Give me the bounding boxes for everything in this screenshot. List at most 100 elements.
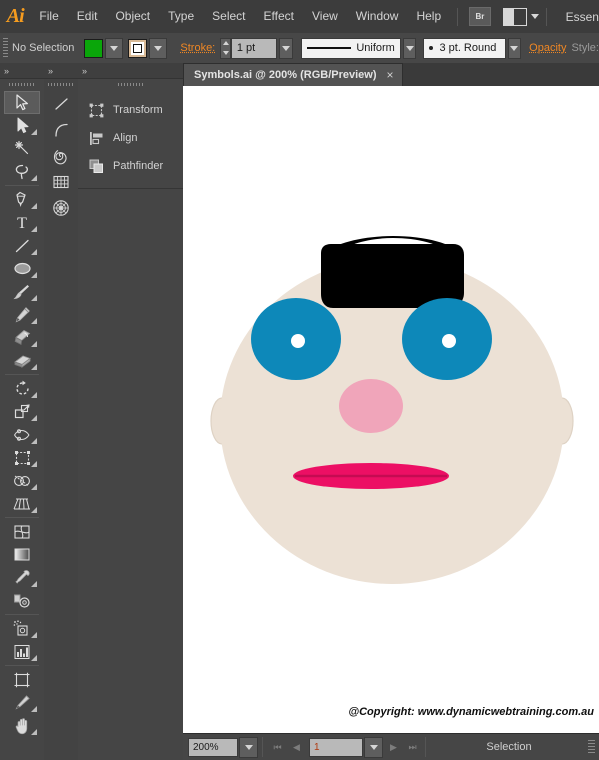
- magic-wand-tool[interactable]: [4, 137, 40, 160]
- tool-flyout-indicator[interactable]: [31, 129, 37, 135]
- stroke-label[interactable]: Stroke:: [180, 42, 215, 54]
- column-graph-tool[interactable]: [4, 640, 40, 663]
- status-bar-grip[interactable]: [588, 740, 595, 754]
- rotate-tool[interactable]: [4, 377, 40, 400]
- dock-panel-header[interactable]: »: [78, 63, 183, 79]
- paintbrush-tool[interactable]: [4, 280, 40, 303]
- artboard-canvas[interactable]: @Copyright: www.dynamicwebtraining.com.a…: [183, 86, 599, 734]
- tool-flyout-indicator[interactable]: [31, 341, 37, 347]
- tool-flyout-indicator[interactable]: [31, 272, 37, 278]
- width-tool[interactable]: [4, 423, 40, 446]
- tool-flyout-indicator[interactable]: [31, 318, 37, 324]
- type-tool[interactable]: T: [4, 211, 40, 234]
- tool-flyout-indicator[interactable]: [31, 581, 37, 587]
- stroke-weight-field[interactable]: 1 pt: [230, 37, 278, 59]
- artboard-number-field[interactable]: 1: [309, 737, 363, 757]
- brush-definition-dropdown[interactable]: [507, 37, 522, 59]
- pen-tool[interactable]: [4, 188, 40, 211]
- tools-panel-grip[interactable]: [0, 79, 44, 90]
- hand-tool[interactable]: [4, 714, 40, 737]
- expand-panel-icon[interactable]: »: [82, 66, 87, 76]
- fill-color-control[interactable]: [84, 37, 124, 59]
- last-artboard-button[interactable]: ⏭: [404, 738, 421, 757]
- stroke-color-control[interactable]: [128, 37, 168, 59]
- pencil-tool[interactable]: [4, 303, 40, 326]
- arrange-documents-button[interactable]: [502, 7, 539, 26]
- tool-flyout-indicator[interactable]: [31, 226, 37, 232]
- line-tool[interactable]: [46, 91, 76, 117]
- tool-flyout-indicator[interactable]: [31, 484, 37, 490]
- panel-item-transform[interactable]: Transform: [78, 96, 183, 124]
- close-icon[interactable]: ×: [387, 69, 394, 81]
- shape-builder-tool[interactable]: [4, 469, 40, 492]
- scale-tool[interactable]: [4, 400, 40, 423]
- menu-file[interactable]: File: [30, 0, 67, 33]
- tool-flyout-indicator[interactable]: [31, 295, 37, 301]
- panel-item-pathfinder[interactable]: Pathfinder: [78, 152, 183, 180]
- polar-grid-tool[interactable]: [46, 195, 76, 221]
- blend-tool[interactable]: [4, 589, 40, 612]
- next-artboard-button[interactable]: ▶: [385, 738, 402, 757]
- menu-type[interactable]: Type: [159, 0, 203, 33]
- menu-object[interactable]: Object: [106, 0, 159, 33]
- direct-selection-tool[interactable]: [4, 114, 40, 137]
- symbol-sprayer-tool[interactable]: [4, 617, 40, 640]
- gradient-tool[interactable]: [4, 543, 40, 566]
- dock-panel-grip[interactable]: [78, 79, 183, 90]
- fill-dropdown-button[interactable]: [105, 37, 124, 59]
- artboard-tool[interactable]: [4, 668, 40, 691]
- fill-swatch[interactable]: [84, 38, 104, 58]
- rectangular-grid-tool[interactable]: [46, 169, 76, 195]
- document-tab[interactable]: Symbols.ai @ 200% (RGB/Preview) ×: [183, 63, 403, 86]
- lasso-tool[interactable]: [4, 160, 40, 183]
- tool-flyout-indicator[interactable]: [31, 706, 37, 712]
- stroke-profile-dropdown[interactable]: [402, 37, 417, 59]
- tool-flyout-indicator[interactable]: [31, 632, 37, 638]
- tool-flyout-indicator[interactable]: [31, 507, 37, 513]
- tool-flyout-indicator[interactable]: [31, 729, 37, 735]
- secondary-panel-header[interactable]: »: [44, 63, 78, 79]
- tool-flyout-indicator[interactable]: [31, 461, 37, 467]
- prev-artboard-button[interactable]: ◀: [288, 738, 305, 757]
- expand-panel-icon[interactable]: »: [48, 66, 53, 76]
- menu-select[interactable]: Select: [203, 0, 254, 33]
- menu-view[interactable]: View: [303, 0, 347, 33]
- slice-tool[interactable]: [4, 691, 40, 714]
- bridge-icon[interactable]: Br: [469, 7, 491, 26]
- brush-definition-select[interactable]: 3 pt. Round: [423, 37, 506, 59]
- tools-panel-header[interactable]: »: [0, 63, 44, 79]
- stroke-weight-dropdown[interactable]: [279, 37, 293, 59]
- tool-flyout-indicator[interactable]: [31, 175, 37, 181]
- expand-panel-icon[interactable]: »: [4, 66, 9, 76]
- zoom-level-field[interactable]: 200%: [188, 737, 238, 757]
- workspace-switcher[interactable]: Essen: [566, 10, 599, 24]
- eraser-tool[interactable]: [4, 349, 40, 372]
- arc-tool[interactable]: [46, 117, 76, 143]
- blob-brush-tool[interactable]: [4, 326, 40, 349]
- menu-effect[interactable]: Effect: [255, 0, 303, 33]
- control-bar-grip[interactable]: [3, 38, 9, 58]
- free-transform-tool[interactable]: [4, 446, 40, 469]
- status-text[interactable]: Selection: [430, 741, 588, 753]
- stroke-profile-select[interactable]: Uniform: [301, 37, 401, 59]
- tool-flyout-indicator[interactable]: [31, 249, 37, 255]
- secondary-panel-grip[interactable]: [44, 79, 78, 90]
- tool-flyout-indicator[interactable]: [31, 392, 37, 398]
- mesh-tool[interactable]: [4, 520, 40, 543]
- zoom-dropdown-button[interactable]: [239, 736, 258, 758]
- artboard-dropdown-button[interactable]: [364, 736, 383, 758]
- stroke-weight-stepper[interactable]: [220, 37, 231, 59]
- tool-flyout-indicator[interactable]: [31, 364, 37, 370]
- tool-flyout-indicator[interactable]: [31, 655, 37, 661]
- first-artboard-button[interactable]: ⏮: [269, 738, 286, 757]
- menu-edit[interactable]: Edit: [68, 0, 107, 33]
- stroke-swatch[interactable]: [128, 38, 148, 58]
- menu-window[interactable]: Window: [347, 0, 408, 33]
- spiral-tool[interactable]: [46, 143, 76, 169]
- perspective-grid-tool[interactable]: [4, 492, 40, 515]
- eyedropper-tool[interactable]: [4, 566, 40, 589]
- panel-item-align[interactable]: Align: [78, 124, 183, 152]
- stroke-dropdown-button[interactable]: [149, 37, 168, 59]
- line-segment-tool[interactable]: [4, 234, 40, 257]
- smiley-face-artwork[interactable]: [183, 86, 599, 734]
